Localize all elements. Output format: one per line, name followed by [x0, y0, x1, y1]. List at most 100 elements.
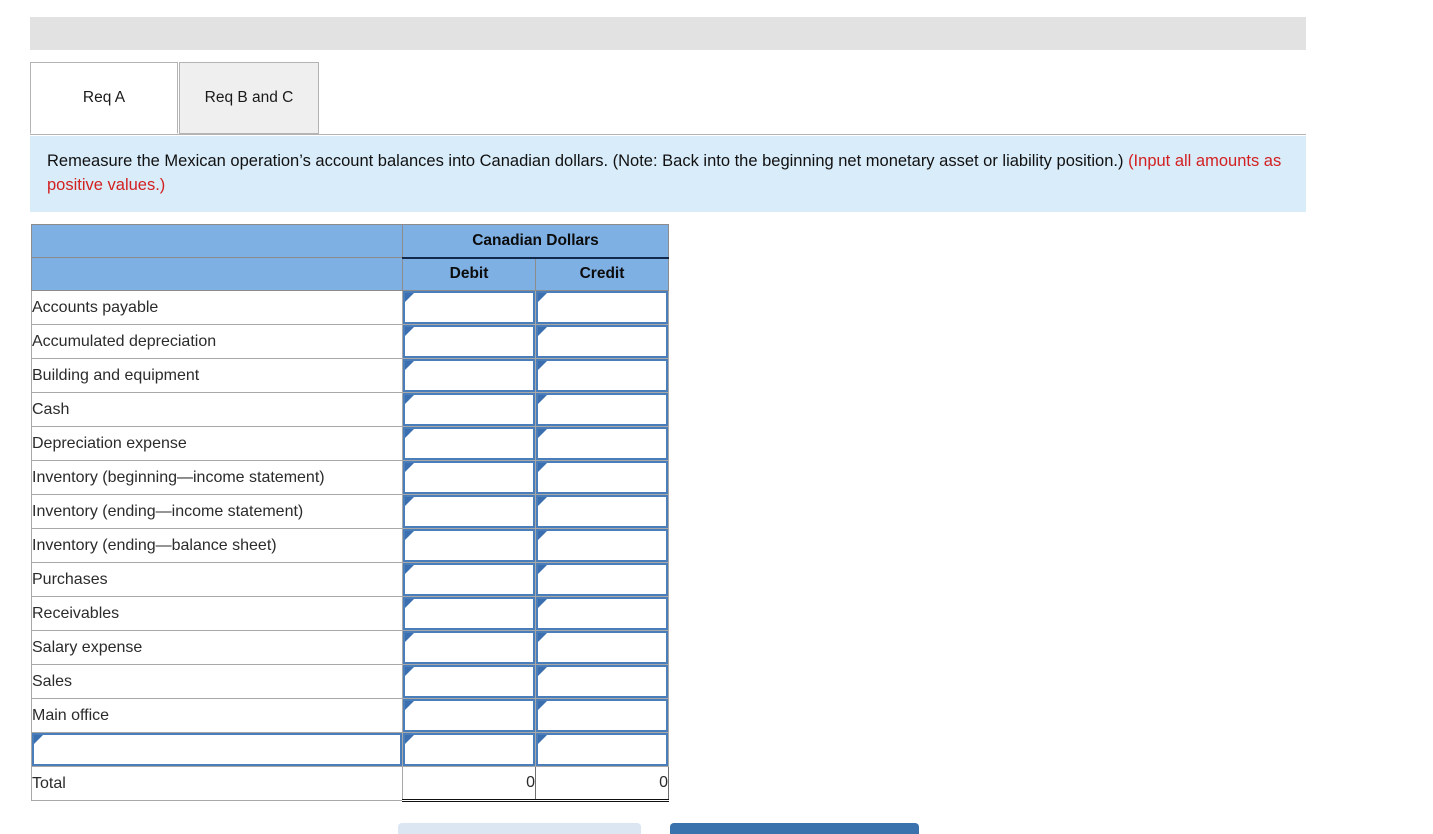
table-row: Accounts payable [31, 290, 669, 325]
credit-input-cell[interactable] [535, 426, 669, 461]
tab-req-b-and-c-label: Req B and C [204, 89, 294, 106]
top-toolbar [30, 17, 1306, 50]
row-label: Main office [31, 698, 403, 733]
credit-input-cell[interactable] [535, 630, 669, 665]
debit-input-cell[interactable] [402, 698, 536, 733]
credit-input[interactable] [536, 699, 668, 732]
tab-req-b-and-c[interactable]: Req B and C [179, 62, 319, 134]
credit-input-cell[interactable] [535, 290, 669, 325]
credit-input[interactable] [536, 393, 668, 426]
row-label: Cash [31, 392, 403, 427]
credit-input[interactable] [536, 427, 668, 460]
table-row: Inventory (ending—balance sheet) [31, 528, 669, 563]
credit-input-cell[interactable] [535, 528, 669, 563]
debit-input-cell[interactable] [402, 392, 536, 427]
table-row: Inventory (beginning—income statement) [31, 460, 669, 495]
tab-req-a[interactable]: Req A [30, 62, 178, 134]
credit-input[interactable] [536, 563, 668, 596]
debit-input[interactable] [403, 291, 535, 324]
remeasurement-worksheet: Canadian Dollars Debit Credit Accounts p… [31, 224, 669, 802]
debit-input-cell[interactable] [402, 494, 536, 529]
table-row: Salary expense [31, 630, 669, 665]
debit-input[interactable] [403, 359, 535, 392]
debit-input[interactable] [403, 461, 535, 494]
header-blank-cell [31, 224, 403, 258]
credit-input-cell[interactable] [535, 664, 669, 699]
debit-input-cell[interactable] [402, 358, 536, 393]
credit-input[interactable] [536, 359, 668, 392]
credit-input-cell[interactable] [535, 460, 669, 495]
debit-input-cell[interactable] [402, 324, 536, 359]
table-row: Main office [31, 698, 669, 733]
entry-debit-input[interactable] [403, 733, 535, 766]
debit-input-cell[interactable] [402, 596, 536, 631]
table-row: Depreciation expense [31, 426, 669, 461]
debit-input[interactable] [403, 665, 535, 698]
entry-credit-input[interactable] [536, 733, 668, 766]
credit-input[interactable] [536, 631, 668, 664]
table-header-column-row: Debit Credit [31, 257, 669, 291]
debit-input[interactable] [403, 631, 535, 664]
credit-input[interactable] [536, 325, 668, 358]
credit-input[interactable] [536, 291, 668, 324]
total-label: Total [31, 766, 403, 801]
debit-input[interactable] [403, 427, 535, 460]
credit-input[interactable] [536, 529, 668, 562]
table-row: Receivables [31, 596, 669, 631]
total-credit-value: 0 [535, 766, 669, 802]
tab-strip: Req A Req B and C [30, 62, 1306, 135]
page-root: Req A Req B and C Remeasure the Mexican … [0, 0, 1433, 834]
debit-input[interactable] [403, 393, 535, 426]
instruction-text: Remeasure the Mexican operation’s accoun… [47, 152, 1129, 170]
previous-button[interactable] [398, 823, 641, 834]
debit-input-cell[interactable] [402, 664, 536, 699]
row-label: Inventory (beginning—income statement) [31, 460, 403, 495]
row-label: Receivables [31, 596, 403, 631]
entry-credit-input-cell[interactable] [535, 732, 669, 767]
debit-input[interactable] [403, 495, 535, 528]
tab-strip-underline [30, 134, 1306, 135]
entry-label-input-cell[interactable] [31, 732, 403, 767]
row-label: Depreciation expense [31, 426, 403, 461]
debit-input-cell[interactable] [402, 562, 536, 597]
debit-input-cell[interactable] [402, 528, 536, 563]
debit-input-cell[interactable] [402, 426, 536, 461]
tab-list: Req A Req B and C [30, 62, 319, 134]
debit-input-cell[interactable] [402, 460, 536, 495]
next-button[interactable] [670, 823, 919, 834]
table-row: Inventory (ending—income statement) [31, 494, 669, 529]
row-label: Building and equipment [31, 358, 403, 393]
tab-req-a-label: Req A [82, 89, 126, 106]
credit-input-cell[interactable] [535, 324, 669, 359]
header-canadian-dollars: Canadian Dollars [402, 224, 669, 259]
credit-input-cell[interactable] [535, 562, 669, 597]
debit-input[interactable] [403, 529, 535, 562]
row-label: Accumulated depreciation [31, 324, 403, 359]
entry-label-input[interactable] [32, 733, 402, 766]
credit-input[interactable] [536, 665, 668, 698]
debit-input[interactable] [403, 325, 535, 358]
instruction-panel: Remeasure the Mexican operation’s accoun… [30, 136, 1306, 212]
credit-input-cell[interactable] [535, 494, 669, 529]
table-header-group-row: Canadian Dollars [31, 224, 669, 259]
table-entry-row [31, 732, 669, 767]
credit-input[interactable] [536, 461, 668, 494]
entry-debit-input-cell[interactable] [402, 732, 536, 767]
debit-input[interactable] [403, 597, 535, 630]
table-row: Cash [31, 392, 669, 427]
header-credit: Credit [535, 257, 669, 291]
debit-input-cell[interactable] [402, 290, 536, 325]
table-row: Accumulated depreciation [31, 324, 669, 359]
row-label: Sales [31, 664, 403, 699]
debit-input[interactable] [403, 563, 535, 596]
debit-input-cell[interactable] [402, 630, 536, 665]
credit-input[interactable] [536, 597, 668, 630]
row-label: Inventory (ending—income statement) [31, 494, 403, 529]
table-total-row: Total 0 0 [31, 766, 669, 802]
credit-input-cell[interactable] [535, 596, 669, 631]
credit-input-cell[interactable] [535, 698, 669, 733]
credit-input-cell[interactable] [535, 358, 669, 393]
debit-input[interactable] [403, 699, 535, 732]
credit-input-cell[interactable] [535, 392, 669, 427]
credit-input[interactable] [536, 495, 668, 528]
